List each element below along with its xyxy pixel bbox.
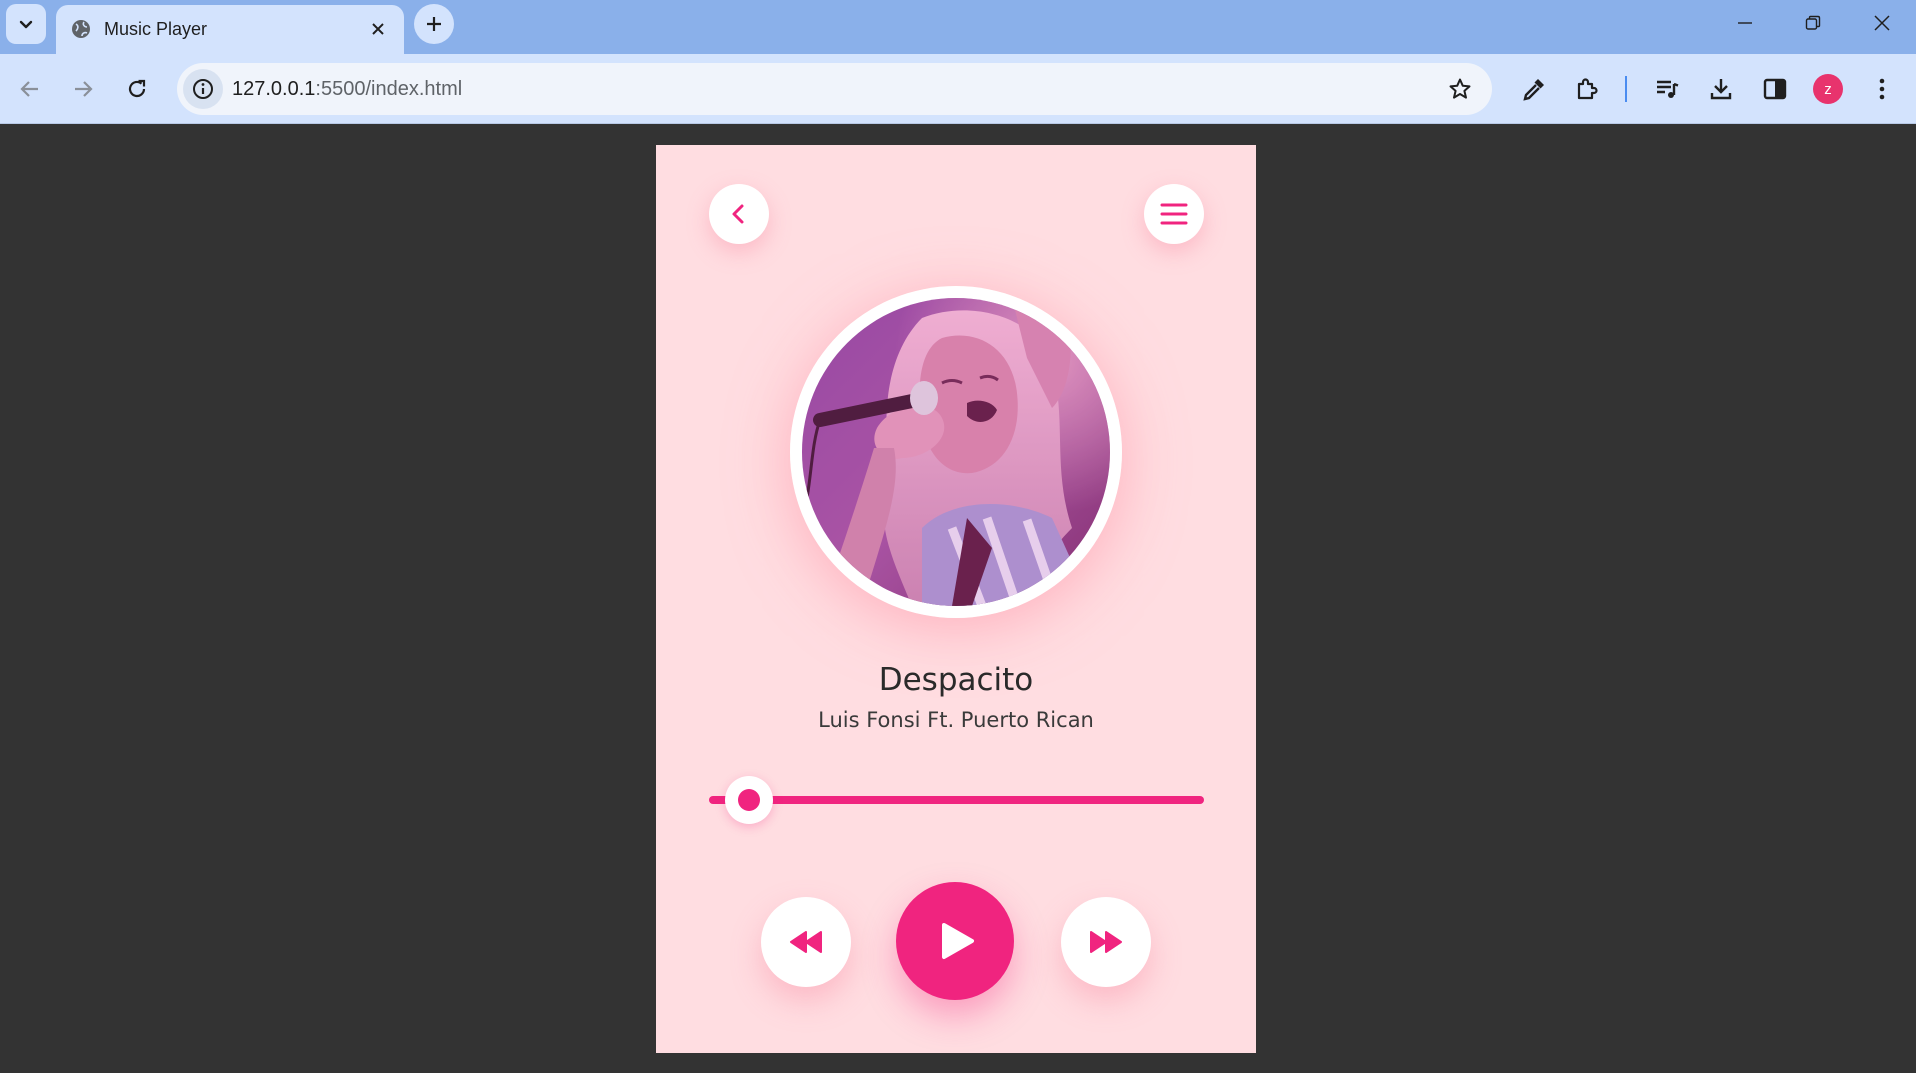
extensions-icon: [1577, 78, 1598, 100]
downloads-button[interactable]: [1701, 69, 1741, 109]
back-button[interactable]: [8, 67, 52, 111]
tab-title: Music Player: [104, 19, 208, 39]
reload-button[interactable]: [115, 67, 159, 111]
url-text[interactable]: 127.0.0.1:5500/index.html: [232, 78, 462, 101]
download-icon: [1710, 79, 1732, 100]
minimize-button[interactable]: [1711, 0, 1779, 46]
song-title: Despacito: [878, 662, 1034, 698]
progress-thumb[interactable]: [724, 776, 773, 824]
restore-button[interactable]: [1779, 0, 1847, 46]
side-panel-icon: [1763, 78, 1787, 100]
site-info-icon: [193, 79, 213, 99]
tab-search-icon: [19, 20, 33, 29]
browser-tab[interactable]: Music Player: [56, 5, 404, 54]
next-track-button[interactable]: [1061, 897, 1151, 987]
tab-search-button[interactable]: [6, 4, 46, 44]
song-artist: Luis Fonsi Ft. Puerto Rican: [818, 708, 1094, 732]
media-queue-icon: [1657, 80, 1679, 98]
restore-icon: [1805, 15, 1821, 30]
more-vert-icon: [1879, 78, 1885, 100]
progress-thumb-dot: [737, 789, 760, 811]
menu-button[interactable]: [1144, 184, 1204, 244]
browser-toolbar: 127.0.0.1:5500/index.html z: [0, 54, 1916, 124]
chevron-left-icon: [732, 204, 744, 224]
play-button[interactable]: [896, 882, 1014, 1000]
album-art: [790, 286, 1122, 618]
window-close-icon: [1874, 15, 1890, 31]
previous-track-button[interactable]: [761, 897, 851, 987]
bookmark-button[interactable]: [1446, 75, 1474, 103]
singer-photo: [802, 298, 1110, 606]
back-arrow-icon: [20, 81, 38, 97]
eyedropper-extension-button[interactable]: [1514, 69, 1554, 109]
forward-button[interactable]: [61, 67, 105, 111]
browser-menu-button[interactable]: [1862, 69, 1902, 109]
address-bar[interactable]: 127.0.0.1:5500/index.html: [177, 63, 1492, 115]
hamburger-menu-icon: [1160, 203, 1188, 225]
fast-forward-icon: [1090, 931, 1122, 953]
window-close-button[interactable]: [1848, 0, 1916, 46]
extensions-button[interactable]: [1567, 69, 1607, 109]
browser-tab-strip: Music Player: [0, 0, 1916, 54]
music-player-card: Despacito Luis Fonsi Ft. Puerto Rican: [656, 145, 1256, 1053]
play-icon: [942, 923, 974, 959]
new-tab-button[interactable]: [414, 4, 454, 44]
url-host: 127.0.0.1: [232, 78, 316, 100]
media-controls-button[interactable]: [1647, 69, 1687, 109]
minimize-icon: [1738, 22, 1752, 24]
eyedropper-icon: [1523, 79, 1544, 101]
rewind-icon: [790, 931, 822, 953]
star-icon: [1449, 78, 1471, 99]
url-path: :5500/index.html: [315, 78, 463, 100]
globe-icon: [72, 20, 90, 38]
side-panel-button[interactable]: [1755, 69, 1795, 109]
plus-icon: [427, 17, 441, 31]
profile-avatar[interactable]: z: [1813, 74, 1843, 104]
reload-icon: [128, 79, 146, 98]
toolbar-separator: [1625, 76, 1627, 102]
site-info-button[interactable]: [183, 69, 223, 109]
progress-track[interactable]: [709, 776, 1204, 824]
close-icon: [372, 23, 384, 35]
back-button-player[interactable]: [709, 184, 769, 244]
tab-close-button[interactable]: [366, 17, 390, 41]
forward-arrow-icon: [75, 81, 93, 97]
